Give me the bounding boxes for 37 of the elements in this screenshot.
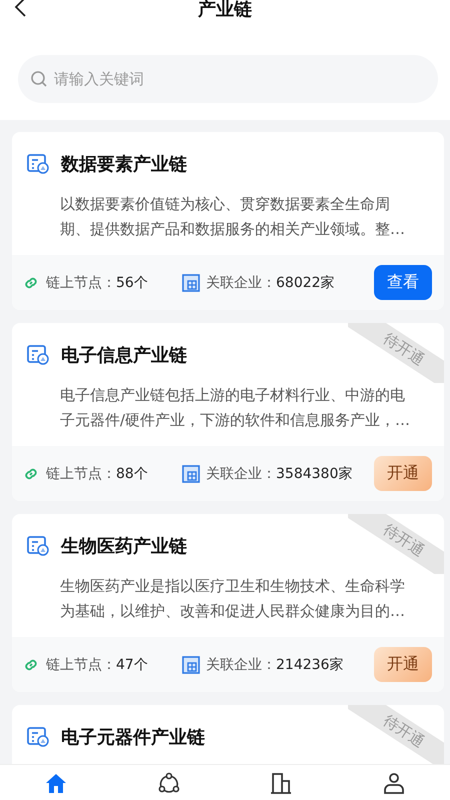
- stat-label: 关联企业：: [206, 274, 276, 292]
- stat-label: 链上节点：: [46, 464, 116, 482]
- stat-value: 47个: [116, 656, 148, 674]
- network-icon: [156, 770, 181, 794]
- search-field[interactable]: 请输入关键词: [18, 55, 438, 103]
- stat-value: 56个: [116, 274, 148, 292]
- activate-button[interactable]: 开通: [374, 456, 432, 491]
- building-icon: [182, 656, 200, 674]
- chain-title: 电子信息产业链: [61, 344, 187, 367]
- chain-title: 电子元器件产业链: [61, 726, 205, 749]
- stat-value: 214236家: [276, 656, 344, 674]
- chain-title: 生物医药产业链: [61, 535, 187, 558]
- chain-description: 电子信息产业链包括上游的电子材料行业、中游的电子元器件/硬件产业，下游的软件和信息服务产业，…: [60, 385, 412, 431]
- chain-description: 以数据要素价值链为核心、贯穿数据要素全生命周期、提供数据产品和数据服务的相关产业领域。整…: [60, 194, 406, 240]
- chain-icon: [27, 345, 49, 365]
- chain-description: 生物医药产业是指以医疗卫生和生物技术、生命科学为基础，以维护、改善和促进人民群众健康为目的…: [60, 576, 406, 622]
- view-button[interactable]: 查看: [374, 265, 432, 300]
- chain-icon: [27, 154, 49, 174]
- chain-icon: [27, 727, 49, 747]
- building-icon: [182, 274, 200, 292]
- stat-label: 关联企业：: [206, 464, 276, 482]
- status-ribbon: 待开通: [348, 514, 444, 574]
- stat-value: 88个: [116, 464, 148, 482]
- stat-value: 68022家: [276, 274, 335, 292]
- status-ribbon: 待开通: [348, 323, 444, 383]
- building-icon: [182, 464, 200, 482]
- stat-label: 链上节点：: [46, 656, 116, 674]
- stat-label: 链上节点：: [46, 274, 116, 292]
- chain-icon: [27, 536, 49, 556]
- activate-button[interactable]: 开通: [374, 647, 432, 682]
- stat-label: 关联企业：: [206, 656, 276, 674]
- search-icon: [30, 70, 48, 88]
- building-icon: [269, 770, 294, 794]
- stat-value: 3584380家: [276, 464, 352, 482]
- user-icon: [382, 770, 406, 794]
- chain-title: 数据要素产业链: [61, 153, 187, 176]
- status-ribbon: 待开通: [348, 705, 444, 765]
